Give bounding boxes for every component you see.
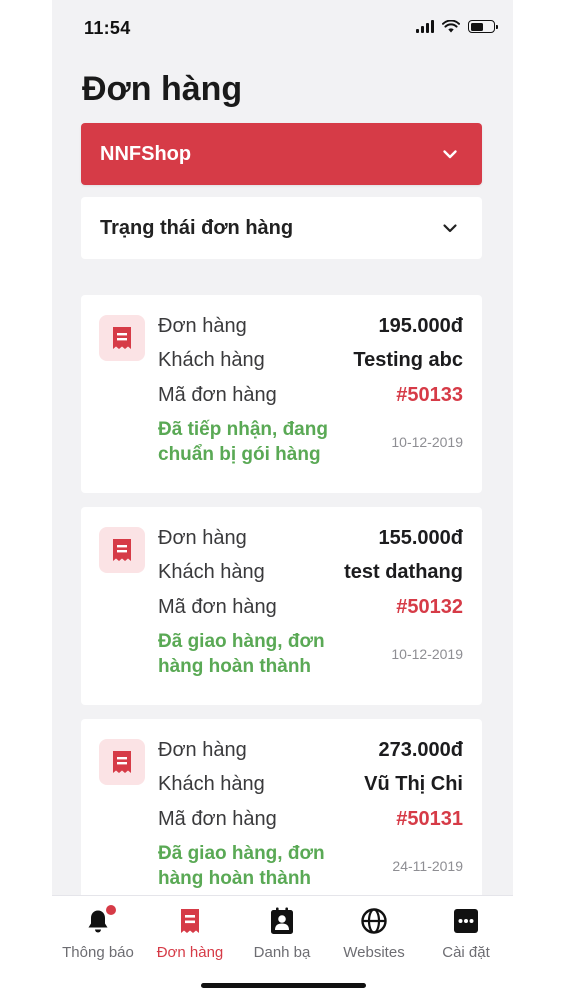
home-indicator (201, 983, 366, 988)
order-state-line: Đã giao hàng, đơn (158, 843, 325, 864)
order-code-value: #50132 (396, 595, 463, 618)
cellular-signal-icon (416, 20, 434, 33)
customer-row: Khách hàng Testing abc (158, 345, 463, 375)
more-icon (452, 906, 480, 936)
receipt-icon (99, 739, 145, 785)
bell-icon (84, 905, 116, 936)
order-status-dropdown[interactable]: Trạng thái đơn hàng (81, 197, 482, 259)
order-state: Đã giao hàng, đơn hàng hoàn thành (158, 841, 373, 891)
order-code-value: #50131 (396, 807, 463, 830)
order-total-row: Đơn hàng 155.000đ (158, 523, 463, 553)
customer-label: Khách hàng (158, 348, 265, 371)
tab-label: Websites (343, 944, 405, 961)
order-code-value: #50133 (396, 383, 463, 406)
chevron-down-icon (443, 150, 457, 159)
battery-icon (468, 20, 498, 33)
order-card[interactable]: Đơn hàng 195.000đ Khách hàng Testing abc… (81, 295, 482, 493)
tab-label: Thông báo (62, 944, 134, 961)
order-state-line: hàng hoàn thành (158, 656, 312, 677)
contacts-icon (268, 906, 296, 936)
order-date: 24-11-2019 (392, 858, 463, 874)
order-total-value: 273.000đ (378, 738, 463, 761)
customer-value: Testing abc (353, 348, 463, 371)
order-status-label: Trạng thái đơn hàng (100, 216, 294, 239)
page-title: Đơn hàng (82, 70, 243, 108)
order-state-line: hàng hoàn thành (158, 868, 312, 889)
order-total-value: 155.000đ (378, 526, 463, 549)
order-total-value: 195.000đ (378, 314, 463, 337)
tab-websites[interactable]: Websites (328, 906, 420, 961)
customer-row: Khách hàng Vũ Thị Chi (158, 769, 463, 799)
order-state-line: chuẩn bị gói hàng (158, 444, 321, 465)
tab-settings[interactable]: Cài đặt (420, 906, 512, 961)
customer-label: Khách hàng (158, 560, 265, 583)
order-card[interactable]: Đơn hàng 155.000đ Khách hàng test dathan… (81, 507, 482, 705)
order-state: Đã giao hàng, đơn hàng hoàn thành (158, 629, 373, 679)
order-total-label: Đơn hàng (158, 526, 247, 549)
order-total-row: Đơn hàng 273.000đ (158, 735, 463, 765)
order-code-row: Mã đơn hàng #50131 (158, 804, 463, 834)
order-code-row: Mã đơn hàng #50132 (158, 592, 463, 622)
tab-orders[interactable]: Đơn hàng (144, 906, 236, 961)
order-total-label: Đơn hàng (158, 738, 247, 761)
order-code-row: Mã đơn hàng #50133 (158, 380, 463, 410)
customer-value: Vũ Thị Chi (364, 772, 463, 795)
notification-badge (106, 905, 116, 915)
order-code-label: Mã đơn hàng (158, 807, 277, 830)
status-time: 11:54 (84, 18, 131, 38)
order-code-label: Mã đơn hàng (158, 595, 277, 618)
customer-label: Khách hàng (158, 772, 265, 795)
tab-notifications[interactable]: Thông báo (52, 905, 144, 961)
order-total-row: Đơn hàng 195.000đ (158, 311, 463, 341)
order-code-label: Mã đơn hàng (158, 383, 277, 406)
order-state-line: Đã giao hàng, đơn (158, 631, 325, 652)
receipt-icon (99, 527, 145, 573)
tab-contacts[interactable]: Danh bạ (236, 906, 328, 961)
tab-label: Đơn hàng (156, 944, 224, 961)
order-card[interactable]: Đơn hàng 273.000đ Khách hàng Vũ Thị Chi … (81, 719, 482, 917)
receipt-icon (176, 906, 204, 936)
order-date: 10-12-2019 (391, 646, 463, 662)
customer-value: test dathang (344, 560, 463, 583)
order-state: Đã tiếp nhận, đang chuẩn bị gói hàng (158, 417, 373, 467)
tab-label: Danh bạ (253, 944, 311, 961)
globe-icon (360, 906, 388, 936)
tab-label: Cài đặt (442, 944, 490, 961)
status-bar: 11:54 (52, 0, 513, 56)
receipt-icon (99, 315, 145, 361)
shop-select-dropdown[interactable]: NNFShop (81, 123, 482, 185)
order-total-label: Đơn hàng (158, 314, 247, 337)
chevron-down-icon (443, 224, 457, 233)
status-icons (416, 20, 498, 33)
shop-select-label: NNFShop (100, 142, 192, 165)
customer-row: Khách hàng test dathang (158, 557, 463, 587)
orders-screen: 11:54 Đơn hàng NNFShop Trạng thái đơn hà… (52, 0, 513, 1000)
wifi-icon (442, 20, 460, 33)
order-date: 10-12-2019 (391, 434, 463, 450)
order-state-line: Đã tiếp nhận, đang (158, 419, 328, 440)
